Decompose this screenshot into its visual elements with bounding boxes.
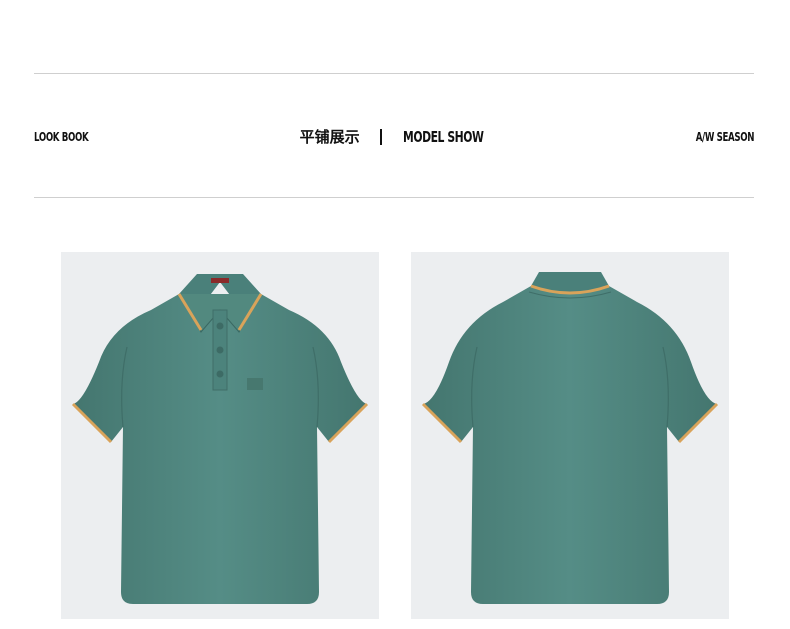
button-icon bbox=[216, 370, 224, 378]
button-icon bbox=[216, 346, 224, 354]
section-title: 平铺展示 MODEL SHOW bbox=[34, 126, 754, 147]
shirt-body bbox=[423, 286, 717, 604]
section-header: LOOK BOOK 平铺展示 MODEL SHOW A/W SEASON bbox=[34, 126, 754, 150]
section-title-cn: 平铺展示 bbox=[299, 128, 360, 146]
chest-logo-icon bbox=[247, 378, 263, 390]
polo-front-illustration bbox=[71, 274, 369, 604]
bottom-divider bbox=[34, 197, 754, 198]
polo-back-illustration bbox=[421, 272, 719, 604]
top-divider bbox=[34, 73, 754, 74]
button-icon bbox=[216, 322, 224, 330]
section-title-en: MODEL SHOW bbox=[402, 127, 484, 146]
brand-label bbox=[211, 278, 229, 283]
product-image-front[interactable] bbox=[61, 252, 379, 619]
title-separator bbox=[380, 128, 383, 145]
product-image-back[interactable] bbox=[411, 252, 729, 619]
season-label: A/W SEASON bbox=[695, 130, 755, 144]
